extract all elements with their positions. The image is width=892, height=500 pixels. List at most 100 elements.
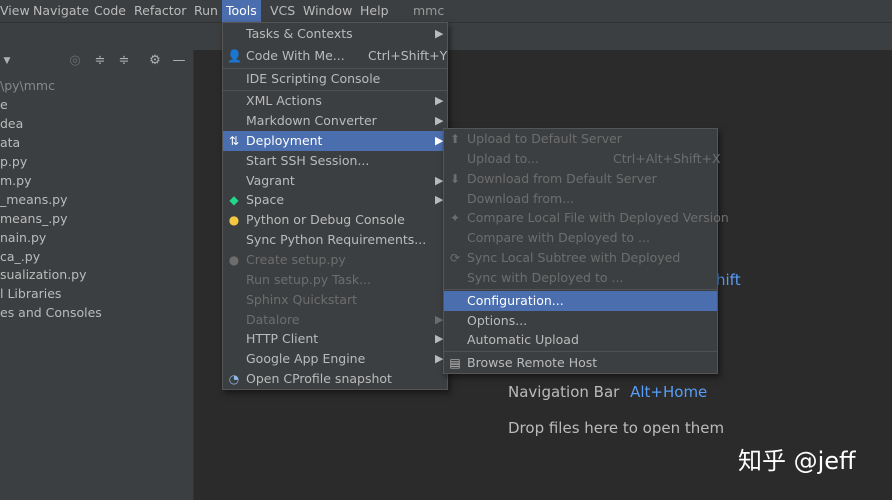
menu-item-code-with-me[interactable]: 👤 Code With Me... Ctrl+Shift+Y xyxy=(223,46,447,66)
menu-item-xml-actions[interactable]: XML Actions ▶ xyxy=(223,91,447,111)
locate-icon[interactable]: ◎ xyxy=(68,54,82,68)
menu-item-tasks-contexts[interactable]: Tasks & Contexts ▶ xyxy=(223,24,447,44)
tree-item[interactable]: ata xyxy=(0,133,20,152)
menu-item-label: Download from Default Server xyxy=(467,171,657,186)
menu-item-http-client[interactable]: HTTP Client ▶ xyxy=(223,329,447,349)
download-icon: ⬇ xyxy=(449,172,461,186)
menu-item-label: Create setup.py xyxy=(246,252,346,267)
expand-all-icon[interactable]: ≑ xyxy=(93,54,107,68)
project-panel-header: ▼ ◎ ≑ ≑ ⚙ — xyxy=(0,50,193,74)
submenu-arrow-icon: ▶ xyxy=(435,27,444,40)
tree-item[interactable]: dea xyxy=(0,114,23,133)
tree-item[interactable]: e xyxy=(0,95,8,114)
menu-help[interactable]: Help xyxy=(360,0,389,22)
dropdown-arrow-icon[interactable]: ▼ xyxy=(0,54,14,68)
menu-item-datalore[interactable]: Datalore ▶ xyxy=(223,310,447,330)
menu-item-download-from[interactable]: Download from... xyxy=(444,189,717,209)
navigation-bar-hint: Navigation Bar Alt+Home xyxy=(508,383,707,401)
menu-item-label: IDE Scripting Console xyxy=(246,71,381,86)
menu-item-google-app-engine[interactable]: Google App Engine ▶ xyxy=(223,349,447,369)
menu-item-label: Upload to... xyxy=(467,151,540,166)
sync-icon: ⟳ xyxy=(449,251,461,265)
menu-item-label: Browse Remote Host xyxy=(467,355,598,370)
hint-shortcut-fragment: hift xyxy=(716,271,741,289)
menu-item-label: Vagrant xyxy=(246,173,295,188)
menu-item-label: Tasks & Contexts xyxy=(246,26,353,41)
project-name-label: mmc xyxy=(413,3,445,18)
menu-item-sync-local-subtree[interactable]: ⟳ Sync Local Subtree with Deployed xyxy=(444,248,717,268)
tree-item[interactable]: sualization.py xyxy=(0,265,87,284)
menu-item-compare-deployed-to[interactable]: Compare with Deployed to ... xyxy=(444,228,717,248)
menu-item-label: Code With Me... xyxy=(246,48,345,63)
menu-item-upload-to[interactable]: Upload to... Ctrl+Alt+Shift+X xyxy=(444,149,721,169)
person-icon: 👤 xyxy=(227,49,242,63)
menu-item-label: Sync Local Subtree with Deployed xyxy=(467,250,681,265)
compare-icon: ✦ xyxy=(449,211,461,225)
project-path: \py\mmc xyxy=(0,78,55,93)
menu-item-space[interactable]: ◆ Space ▶ xyxy=(223,190,447,210)
menu-item-label: Markdown Converter xyxy=(246,113,377,128)
tree-item[interactable]: _means.py xyxy=(0,190,68,209)
menu-item-automatic-upload[interactable]: Automatic Upload xyxy=(444,330,717,350)
tree-item[interactable]: nain.py xyxy=(0,228,46,247)
project-panel: ▼ ◎ ≑ ≑ ⚙ — \py\mmc e dea ata p.py m.py … xyxy=(0,50,194,500)
menu-item-label: Google App Engine xyxy=(246,351,366,366)
menu-item-open-cprofile-snapshot[interactable]: ◔ Open CProfile snapshot xyxy=(223,369,447,389)
menu-item-label: Open CProfile snapshot xyxy=(246,371,392,386)
menu-item-shortcut: Ctrl+Alt+Shift+X xyxy=(613,151,721,166)
minimize-icon[interactable]: — xyxy=(172,54,186,68)
menu-run[interactable]: Run xyxy=(194,0,218,22)
navigation-bar-shortcut: Alt+Home xyxy=(630,383,708,401)
menu-code[interactable]: Code xyxy=(94,0,126,22)
menu-item-download-default-server[interactable]: ⬇ Download from Default Server xyxy=(444,169,717,189)
menu-item-start-ssh-session[interactable]: Start SSH Session... xyxy=(223,151,447,171)
menu-item-ide-scripting-console[interactable]: IDE Scripting Console xyxy=(223,69,447,89)
deployment-submenu: ⬆ Upload to Default Server Upload to... … xyxy=(443,128,729,374)
menu-item-upload-default-server[interactable]: ⬆ Upload to Default Server xyxy=(444,129,717,149)
menu-item-label: Compare Local File with Deployed Version xyxy=(467,210,729,225)
menu-separator xyxy=(444,289,717,290)
submenu-arrow-icon: ▶ xyxy=(435,94,444,107)
tree-item[interactable]: l Libraries xyxy=(0,284,61,303)
tree-item[interactable]: m.py xyxy=(0,171,31,190)
menu-item-markdown-converter[interactable]: Markdown Converter ▶ xyxy=(223,111,447,131)
menu-item-label: Run setup.py Task... xyxy=(246,272,372,287)
menu-item-sync-deployed-to[interactable]: Sync with Deployed to ... xyxy=(444,268,717,288)
menu-item-browse-remote-host[interactable]: ▤ Browse Remote Host xyxy=(444,353,717,373)
menu-item-configuration[interactable]: Configuration... xyxy=(444,291,717,311)
menu-item-python-debug-console[interactable]: ● Python or Debug Console xyxy=(223,210,447,230)
menu-refactor[interactable]: Refactor xyxy=(134,0,186,22)
python-icon: ● xyxy=(228,253,240,267)
tree-item[interactable]: ca_.py xyxy=(0,247,40,266)
menu-item-label: Upload to Default Server xyxy=(467,131,622,146)
navigation-bar-label: Navigation Bar xyxy=(508,383,620,401)
menu-vcs[interactable]: VCS xyxy=(270,0,295,22)
menu-item-label: Deployment xyxy=(246,133,323,148)
menu-window[interactable]: Window xyxy=(303,0,352,22)
upload-icon: ⬆ xyxy=(449,132,461,146)
collapse-all-icon[interactable]: ≑ xyxy=(117,54,131,68)
menu-item-label: Datalore xyxy=(246,312,300,327)
menu-item-label: HTTP Client xyxy=(246,331,319,346)
menu-item-label: Python or Debug Console xyxy=(246,212,405,227)
tree-item[interactable]: p.py xyxy=(0,152,27,171)
menu-item-run-setup-py-task[interactable]: Run setup.py Task... xyxy=(223,270,447,290)
tree-item[interactable]: es and Consoles xyxy=(0,303,102,322)
gear-icon[interactable]: ⚙ xyxy=(148,54,162,68)
python-icon: ● xyxy=(228,213,240,227)
menu-tools[interactable]: Tools xyxy=(222,0,261,22)
menu-item-sync-python-requirements[interactable]: Sync Python Requirements... xyxy=(223,230,447,250)
menu-item-label: Options... xyxy=(467,313,528,328)
menu-item-compare-local-file[interactable]: ✦ Compare Local File with Deployed Versi… xyxy=(444,208,729,228)
menu-item-options[interactable]: Options... xyxy=(444,311,717,331)
tree-item[interactable]: means_.py xyxy=(0,209,68,228)
menu-item-label: Space xyxy=(246,192,285,207)
menu-item-create-setup-py[interactable]: ● Create setup.py xyxy=(223,250,447,270)
menu-navigate[interactable]: Navigate xyxy=(33,0,89,22)
menu-item-deployment[interactable]: ⇅ Deployment ▶ xyxy=(223,131,447,151)
deployment-icon: ⇅ xyxy=(228,134,240,148)
menu-item-sphinx-quickstart[interactable]: Sphinx Quickstart xyxy=(223,290,447,310)
menu-view[interactable]: View xyxy=(0,0,30,22)
menu-item-vagrant[interactable]: Vagrant ▶ xyxy=(223,171,447,191)
menu-item-shortcut: Ctrl+Shift+Y xyxy=(368,48,448,63)
